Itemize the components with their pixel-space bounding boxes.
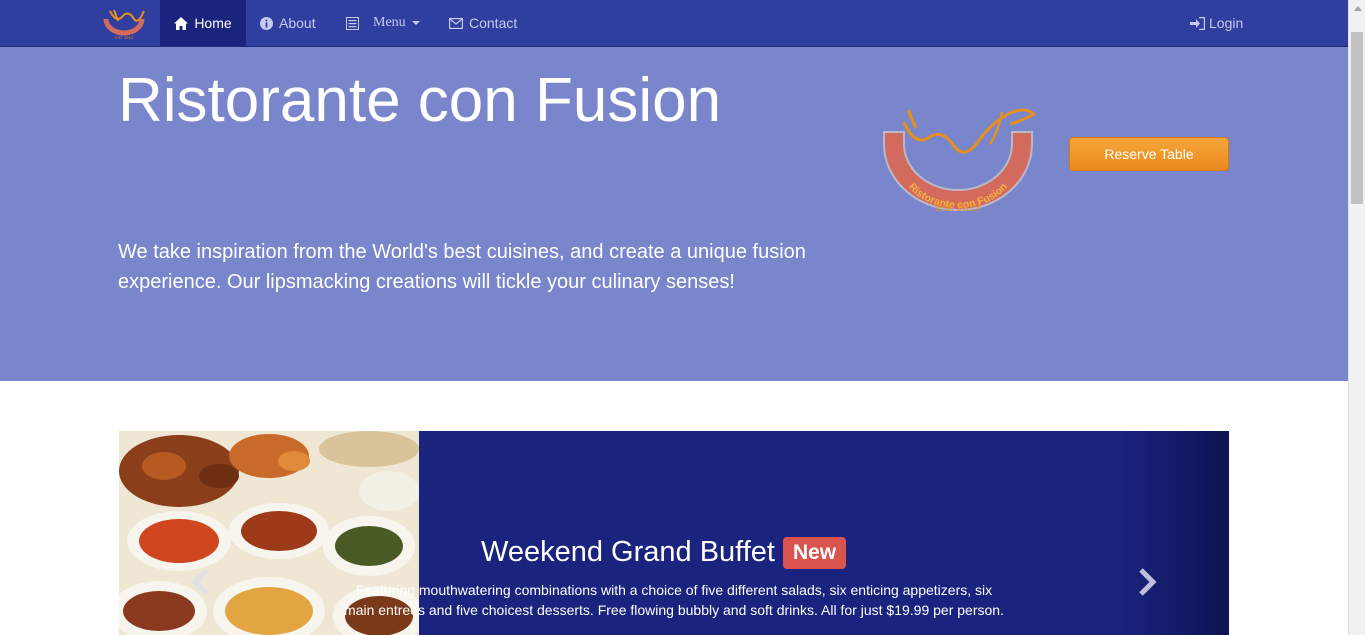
nav-about[interactable]: About [260,0,316,46]
info-icon [260,16,273,30]
scrollbar-thumb[interactable] [1351,32,1363,204]
hero-jumbotron: Ristorante con Fusion We take inspiratio… [0,47,1348,381]
login-label: Login [1209,15,1244,31]
login-link[interactable]: Login [1190,0,1243,46]
logo-est-text: Est. 2013 [935,200,980,214]
slide-title-text: Weekend Grand Buffet [481,536,775,568]
nav-home[interactable]: Home [160,0,246,46]
chevron-down-icon [411,21,420,25]
brand-logo[interactable]: EST 2013 [100,5,148,43]
restaurant-logo: Ristorante con Fusion Est. 2013 [883,108,1037,214]
slide-title: Weekend Grand Buffet New [481,536,847,569]
nav-menu-label: Menu [373,15,406,30]
nav-menu-dropdown[interactable]: Menu [346,0,420,46]
carousel-prev-icon[interactable] [189,567,213,597]
hero-description: We take inspiration from the World's bes… [118,241,806,293]
page-scrollbar[interactable] [1348,0,1365,635]
scroll-up-icon[interactable] [1349,0,1365,17]
nav-about-label: About [279,15,316,31]
nav-contact[interactable]: Contact [449,0,517,46]
carousel-next-icon[interactable] [1135,567,1159,597]
slide-description: Featuring mouthwatering combinations wit… [344,582,1004,618]
new-badge: New [782,536,847,569]
reserve-table-button[interactable]: Reserve Table [1069,137,1229,171]
home-icon [174,16,189,30]
hero-title: Ristorante con Fusion [118,66,722,135]
carousel-fade [1119,431,1229,635]
envelope-icon [449,17,463,29]
nav-home-label: Home [194,15,232,31]
nav-contact-label: Contact [469,15,518,31]
navbar: EST 2013 Home About Menu Contact Login [0,0,1348,47]
svg-text:EST 2013: EST 2013 [115,35,133,40]
list-icon [346,16,359,30]
login-icon [1190,16,1205,30]
carousel: Weekend Grand Buffet New Featuring mouth… [119,431,1229,635]
